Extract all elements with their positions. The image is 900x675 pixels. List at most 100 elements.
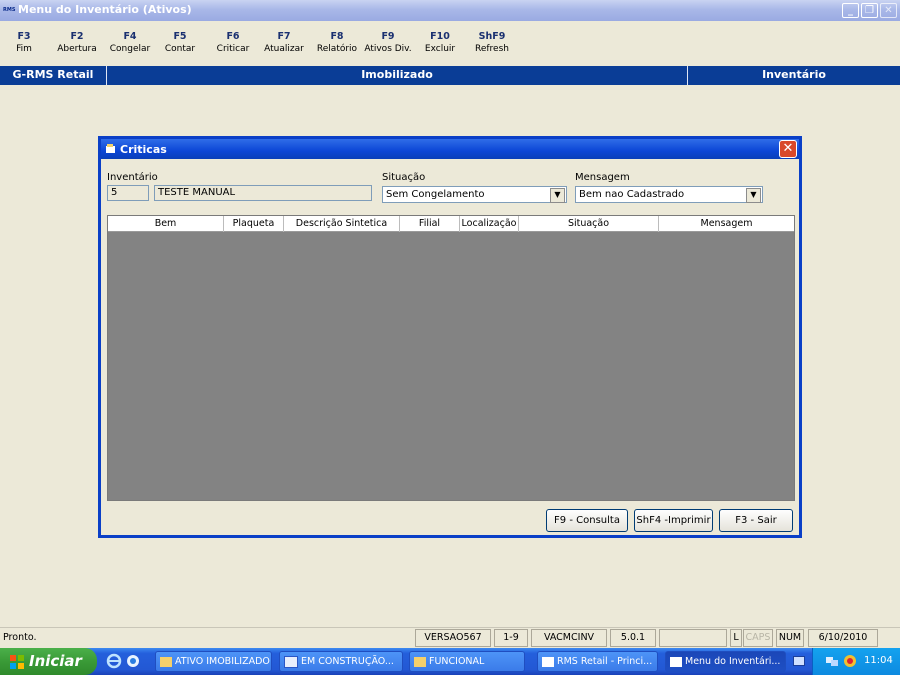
word-document-icon bbox=[284, 655, 298, 668]
status-panel-caps: CAPS bbox=[743, 629, 773, 647]
inventario-description-field: TESTE MANUAL bbox=[154, 185, 372, 201]
taskbar-item-label: FUNCIONAL bbox=[429, 656, 485, 667]
fkey-relatorio-button[interactable]: F8 Relatório bbox=[315, 31, 359, 56]
start-button[interactable]: Iniciar bbox=[0, 648, 97, 675]
taskbar-item-label: RMS Retail - Princi... bbox=[557, 656, 653, 667]
fkey-code: ShF9 bbox=[478, 31, 506, 42]
function-key-toolbar: F3 Fim F2 Abertura F4 Congelar F5 Contar F6 C… bbox=[0, 21, 900, 66]
status-panel-version: VERSAO567 bbox=[415, 629, 491, 647]
fkey-congelar-button[interactable]: F4 Congelar bbox=[109, 31, 151, 56]
internet-explorer-icon[interactable] bbox=[106, 653, 122, 669]
fkey-excluir-button[interactable]: F10 Excluir bbox=[423, 31, 457, 56]
window-title: Menu do Inventário (Ativos) bbox=[18, 3, 192, 16]
column-header-bem[interactable]: Bem bbox=[108, 216, 224, 232]
fkey-refresh-button[interactable]: ShF9 Refresh bbox=[472, 31, 512, 56]
module-bar: G-RMS Retail Imobilizado Inventário bbox=[0, 66, 900, 85]
fkey-code: F5 bbox=[173, 31, 187, 42]
taskbar-item-label: Menu do Inventári... bbox=[685, 656, 781, 667]
fkey-label: Ativos Div. bbox=[364, 44, 412, 54]
app-logo-icon: RMS bbox=[3, 7, 16, 13]
fkey-contar-button[interactable]: F5 Contar bbox=[162, 31, 198, 56]
column-header-descricao[interactable]: Descrição Sintetica bbox=[284, 216, 400, 232]
column-header-localizacao[interactable]: Localização bbox=[460, 216, 519, 232]
status-panel-range: 1-9 bbox=[494, 629, 528, 647]
keyboard-language-icon[interactable] bbox=[793, 656, 805, 666]
module-name: Imobilizado bbox=[361, 68, 433, 81]
fkey-fim-button[interactable]: F3 Fim bbox=[12, 31, 36, 56]
taskbar-item-menu-inventario[interactable]: Menu do Inventári... bbox=[665, 651, 786, 672]
status-text: Pronto. bbox=[3, 632, 37, 643]
function-name: Inventário bbox=[762, 68, 826, 81]
chevron-down-icon[interactable]: ▼ bbox=[550, 188, 565, 203]
status-panel-l: L bbox=[730, 629, 742, 647]
fkey-label: Refresh bbox=[475, 44, 509, 54]
fkey-criticar-button[interactable]: F6 Criticar bbox=[213, 31, 253, 56]
status-panel-num: NUM bbox=[776, 629, 804, 647]
column-header-plaqueta[interactable]: Plaqueta bbox=[224, 216, 284, 232]
clock[interactable]: 11:04 bbox=[864, 655, 893, 666]
fkey-code: F4 bbox=[123, 31, 137, 42]
show-desktop-icon[interactable] bbox=[125, 653, 141, 669]
fkey-code: F6 bbox=[226, 31, 240, 42]
fkey-code: F9 bbox=[381, 31, 395, 42]
fkey-code: F2 bbox=[70, 31, 84, 42]
folder-icon bbox=[414, 656, 426, 667]
grid-header: Bem Plaqueta Descrição Sintetica Filial … bbox=[108, 216, 794, 232]
module-system-name: G-RMS Retail bbox=[12, 68, 94, 81]
fkey-label: Contar bbox=[164, 44, 196, 54]
chevron-down-icon[interactable]: ▼ bbox=[746, 188, 761, 203]
situacao-label: Situação bbox=[382, 172, 426, 183]
rms-app-icon bbox=[670, 656, 682, 667]
start-label: Iniciar bbox=[29, 652, 82, 670]
fkey-label: Congelar bbox=[109, 44, 151, 54]
fkey-abertura-button[interactable]: F2 Abertura bbox=[56, 31, 98, 56]
fkey-atualizar-button[interactable]: F7 Atualizar bbox=[262, 31, 306, 56]
column-header-mensagem[interactable]: Mensagem bbox=[659, 216, 794, 232]
status-panel-build: 5.0.1 bbox=[610, 629, 656, 647]
status-panel-date: 6/10/2010 bbox=[808, 629, 878, 647]
fkey-label: Abertura bbox=[57, 44, 97, 54]
consulta-button[interactable]: F9 - Consulta bbox=[546, 509, 628, 532]
situacao-select[interactable]: Sem Congelamento ▼ bbox=[382, 186, 567, 203]
dialog-title-bar: Criticas ✕ bbox=[101, 139, 799, 159]
status-panel-program: VACMCINV bbox=[531, 629, 607, 647]
fkey-label: Atualizar bbox=[264, 44, 304, 54]
taskbar-item-funcional[interactable]: FUNCIONAL bbox=[409, 651, 525, 672]
fkey-label: Excluir bbox=[424, 44, 456, 54]
fkey-code: F8 bbox=[330, 31, 344, 42]
minimize-button[interactable]: _ bbox=[842, 3, 859, 18]
mensagem-value: Bem nao Cadastrado bbox=[579, 189, 685, 200]
mensagem-select[interactable]: Bem nao Cadastrado ▼ bbox=[575, 186, 763, 203]
taskbar-item-label: EM CONSTRUÇÃO... bbox=[301, 656, 394, 667]
windows-logo-icon bbox=[10, 655, 24, 669]
criticas-dialog: Criticas ✕ Inventário 5 TESTE MANUAL Sit… bbox=[98, 136, 802, 538]
taskbar-item-em-construcao[interactable]: EM CONSTRUÇÃO... bbox=[279, 651, 403, 672]
fkey-label: Relatório bbox=[316, 44, 358, 54]
taskbar-item-label: ATIVO IMOBILIZADO bbox=[175, 656, 270, 667]
fkey-label: Fim bbox=[16, 44, 32, 54]
fkey-ativos-div-button[interactable]: F9 Ativos Div. bbox=[363, 31, 413, 56]
status-bar: Pronto. VERSAO567 1-9 VACMCINV 5.0.1 L C… bbox=[0, 627, 900, 648]
inventario-label: Inventário bbox=[107, 172, 158, 183]
dialog-title: Criticas bbox=[120, 143, 167, 156]
close-window-button[interactable]: ✕ bbox=[880, 3, 897, 18]
taskbar-item-rms-retail[interactable]: RMS Retail - Princi... bbox=[537, 651, 658, 672]
imprimir-button[interactable]: ShF4 -Imprimir bbox=[634, 509, 713, 532]
fkey-label: Criticar bbox=[216, 44, 250, 54]
fkey-code: F7 bbox=[277, 31, 291, 42]
sair-button[interactable]: F3 - Sair bbox=[719, 509, 793, 532]
windows-taskbar: Iniciar ATIVO IMOBILIZADO EM CONSTRUÇÃO.… bbox=[0, 648, 900, 675]
folder-icon bbox=[160, 656, 172, 667]
network-icon[interactable] bbox=[825, 654, 839, 668]
taskbar-item-ativo-imobilizado[interactable]: ATIVO IMOBILIZADO bbox=[155, 651, 272, 672]
maximize-button[interactable]: ❐ bbox=[861, 3, 878, 18]
column-header-filial[interactable]: Filial bbox=[400, 216, 460, 232]
dialog-app-icon bbox=[106, 144, 115, 153]
fkey-code: F3 bbox=[17, 31, 31, 42]
inventario-code-field[interactable]: 5 bbox=[107, 185, 149, 201]
security-shield-icon[interactable] bbox=[843, 654, 857, 668]
column-header-situacao[interactable]: Situação bbox=[519, 216, 659, 232]
dialog-close-button[interactable]: ✕ bbox=[779, 140, 797, 158]
criticas-grid[interactable]: Bem Plaqueta Descrição Sintetica Filial … bbox=[107, 215, 795, 501]
mensagem-label: Mensagem bbox=[575, 172, 630, 183]
